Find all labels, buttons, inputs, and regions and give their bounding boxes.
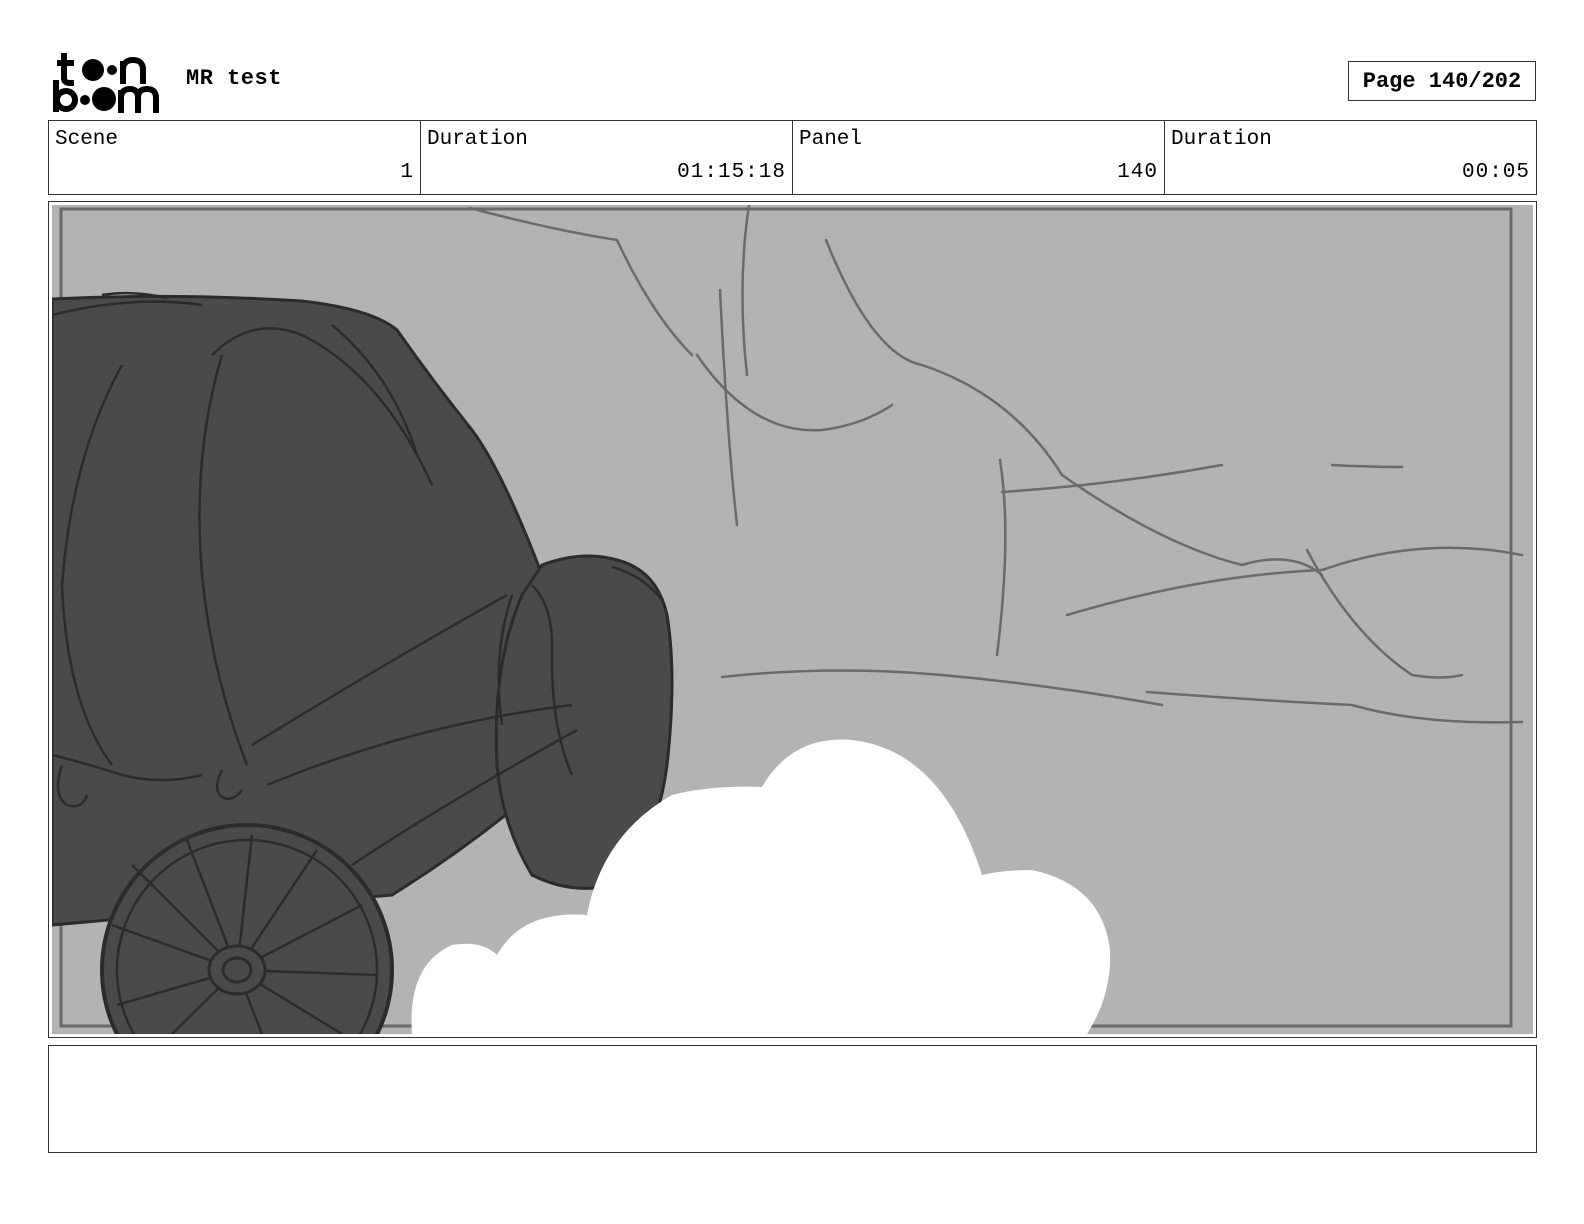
panel-cell: Panel 140 xyxy=(793,121,1165,194)
cannon-sketch xyxy=(50,203,1524,1117)
panel-notes-box xyxy=(48,1045,1537,1153)
panel-label: Panel xyxy=(799,128,863,151)
panel-duration-cell: Duration 00:05 xyxy=(1165,121,1536,194)
cannon-barrel xyxy=(50,294,574,927)
storyboard-panel-image xyxy=(50,203,1533,1117)
panel-duration-label: Duration xyxy=(1171,128,1272,151)
storyboard-panel-frame xyxy=(48,201,1537,1117)
panel-info-table: Scene 1 Duration 01:15:18 Panel 140 Dura… xyxy=(48,120,1537,195)
page-indicator: Page 140/202 xyxy=(1348,61,1536,101)
scene-duration-cell: Duration 01:15:18 xyxy=(421,121,793,194)
scene-duration-value: 01:15:18 xyxy=(677,161,786,184)
project-title: MR test xyxy=(186,66,282,91)
panel-value: 140 xyxy=(1117,161,1158,184)
scene-value: 1 xyxy=(400,161,414,184)
scene-cell: Scene 1 xyxy=(49,121,421,194)
panel-duration-value: 00:05 xyxy=(1461,161,1530,184)
scene-label: Scene xyxy=(55,128,119,151)
scene-duration-label: Duration xyxy=(427,128,528,151)
toon-boom-logo xyxy=(53,53,159,113)
